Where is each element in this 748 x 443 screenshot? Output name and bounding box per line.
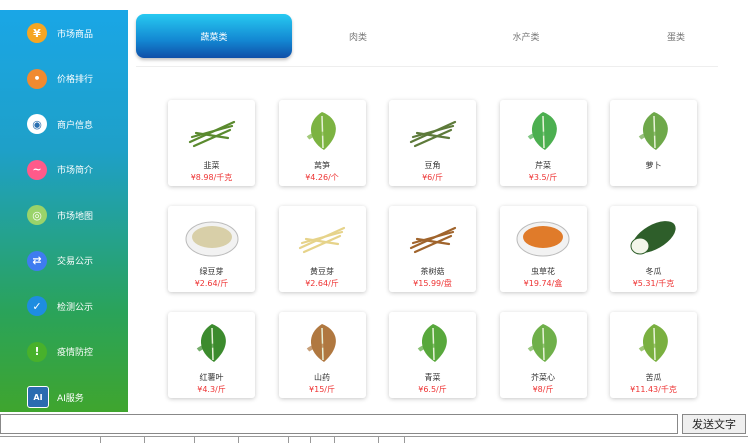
bitter-melon-icon (624, 318, 683, 368)
product-price: ¥5.31/千克 (632, 279, 675, 288)
product-card[interactable]: 莴笋 ¥4.26/个 (278, 100, 366, 186)
product-price: ¥4.3/斤 (197, 385, 226, 394)
sidebar-item[interactable]: ¥ 市场商品 (0, 13, 128, 53)
mustard-icon (514, 318, 573, 368)
product-card[interactable]: 豆角 ¥6/斤 (389, 100, 476, 186)
product-card[interactable]: 黄豆芽 ¥2.64/斤 (278, 206, 366, 292)
product-price: ¥15.99/盘 (413, 279, 452, 288)
product-price: ¥8/斤 (532, 385, 554, 394)
product-card[interactable]: 绿豆芽 ¥2.64/斤 (168, 206, 255, 292)
cordyceps-icon (514, 212, 573, 262)
lettuce-stem-icon (293, 106, 352, 156)
sidebar-item[interactable]: ! 疫情防控 (0, 332, 128, 372)
product-price: ¥4.26/个 (305, 173, 339, 182)
product-price: ¥2.64/斤 (305, 279, 339, 288)
product-name: 黄豆芽 (310, 267, 334, 276)
celery-icon (514, 106, 573, 156)
ai-icon: AI (27, 386, 49, 408)
product-price: ¥6/斤 (422, 173, 443, 182)
send-text-button[interactable]: 发送文字 (682, 414, 746, 434)
product-name: 苦瓜 (645, 373, 662, 382)
product-card[interactable]: 萝卜 (610, 100, 697, 186)
product-name: 韭菜 (203, 161, 220, 170)
product-price: ¥2.64/斤 (194, 279, 229, 288)
sidebar-item-label: 检测公示 (57, 302, 94, 313)
sidebar-item-label: 疫情防控 (57, 348, 94, 358)
sidebar-item-label: 市场商品 (57, 29, 94, 40)
product-name: 萝卜 (645, 161, 662, 170)
product-name: 芹菜 (535, 161, 551, 170)
mung-sprout-icon (182, 212, 241, 262)
sidebar-item-label: 价格排行 (57, 75, 94, 85)
product-card[interactable]: 茶树菇 ¥15.99/盘 (389, 206, 476, 292)
product-name: 红薯叶 (199, 373, 224, 382)
product-name: 绿豆芽 (199, 267, 224, 276)
category-tabs: 蔬菜类 肉类 水产类 蛋类 (136, 14, 718, 60)
sidebar-item[interactable]: ⇄ 交易公示 (0, 241, 128, 281)
sidebar-item-label: 市场地图 (57, 211, 94, 222)
ranking-icon: • (27, 68, 47, 89)
sidebar: ¥ 市场商品 • 价格排行 ◉ 商户信息 ~ 市场简介 ◎ 市场地图 ⇄ 交易公示 ✓ 检测公示! 疫情防控… (0, 10, 128, 412)
product-name: 芥菜心 (531, 373, 555, 382)
sidebar-item[interactable]: ~ 市场简介 (0, 150, 128, 190)
product-price: ¥8.98/千克 (190, 173, 233, 182)
mushroom-icon (403, 212, 462, 262)
product-card[interactable]: 芹菜 ¥3.5/斤 (499, 100, 587, 186)
leaf-icon (182, 318, 241, 368)
product-card[interactable]: 冬瓜 ¥5.31/千克 (610, 206, 697, 292)
sidebar-item[interactable]: • 价格排行 (0, 59, 128, 99)
product-card[interactable]: 虫草花 ¥19.74/盒 (499, 206, 587, 292)
product-price: ¥11.43/千克 (630, 385, 677, 394)
sidebar-item[interactable]: ◎ 市场地图 (0, 195, 128, 235)
product-price: ¥19.74/盒 (523, 279, 563, 288)
tab-category[interactable]: 蛋类 (634, 14, 718, 58)
leek-icon (182, 106, 241, 156)
message-input[interactable] (0, 414, 678, 434)
greens-icon (403, 318, 462, 368)
map-icon: ◎ (27, 205, 47, 225)
product-card[interactable]: 青菜 ¥6.5/斤 (389, 312, 476, 398)
chart-icon: ~ (27, 159, 47, 180)
tab-category[interactable]: 肉类 (312, 14, 404, 58)
sidebar-item[interactable]: ◉ 商户信息 (0, 104, 128, 144)
product-card[interactable]: 苦瓜 ¥11.43/千克 (610, 312, 697, 398)
product-card[interactable]: 红薯叶 ¥4.3/斤 (168, 312, 255, 398)
product-name: 虫草花 (531, 267, 555, 276)
product-price: ¥15/斤 (309, 385, 335, 394)
soy-sprout-icon (293, 212, 352, 262)
shield-icon: ✓ (27, 296, 47, 316)
sidebar-item-label: 交易公示 (57, 257, 94, 267)
product-name: 冬瓜 (645, 267, 662, 276)
tab-category[interactable]: 蔬菜类 (136, 14, 292, 58)
yam-icon (293, 318, 352, 368)
sidebar-item-label: AI服务 (57, 393, 84, 404)
tab-divider (136, 66, 718, 67)
sidebar-item-label: 市场简介 (57, 166, 94, 176)
product-name: 莴笋 (314, 161, 330, 170)
sidebar-item[interactable]: AI AI服务 (0, 377, 128, 417)
alert-icon: ! (27, 341, 47, 362)
product-card[interactable]: 山药 ¥15/斤 (278, 312, 366, 398)
product-name: 青菜 (424, 373, 441, 382)
product-price: ¥3.5/斤 (528, 173, 558, 182)
sidebar-item[interactable]: ✓ 检测公示 (0, 286, 128, 326)
product-price: ¥6.5/斤 (418, 385, 447, 394)
product-name: 茶树菇 (420, 267, 445, 276)
truncated-top-text (0, 0, 748, 10)
exchange-icon: ⇄ (27, 250, 47, 271)
product-name: 山药 (314, 373, 330, 382)
merchant-icon: ◉ (27, 114, 47, 134)
coin-icon: ¥ (27, 23, 47, 43)
winter-melon-icon (624, 212, 683, 262)
tab-category[interactable]: 水产类 (476, 14, 576, 58)
product-card[interactable]: 芥菜心 ¥8/斤 (499, 312, 587, 398)
sidebar-item-label: 商户信息 (57, 120, 94, 131)
radish-icon (624, 106, 683, 156)
long-bean-icon (403, 106, 462, 156)
product-card[interactable]: 韭菜 ¥8.98/千克 (168, 100, 255, 186)
product-name: 豆角 (424, 161, 441, 170)
